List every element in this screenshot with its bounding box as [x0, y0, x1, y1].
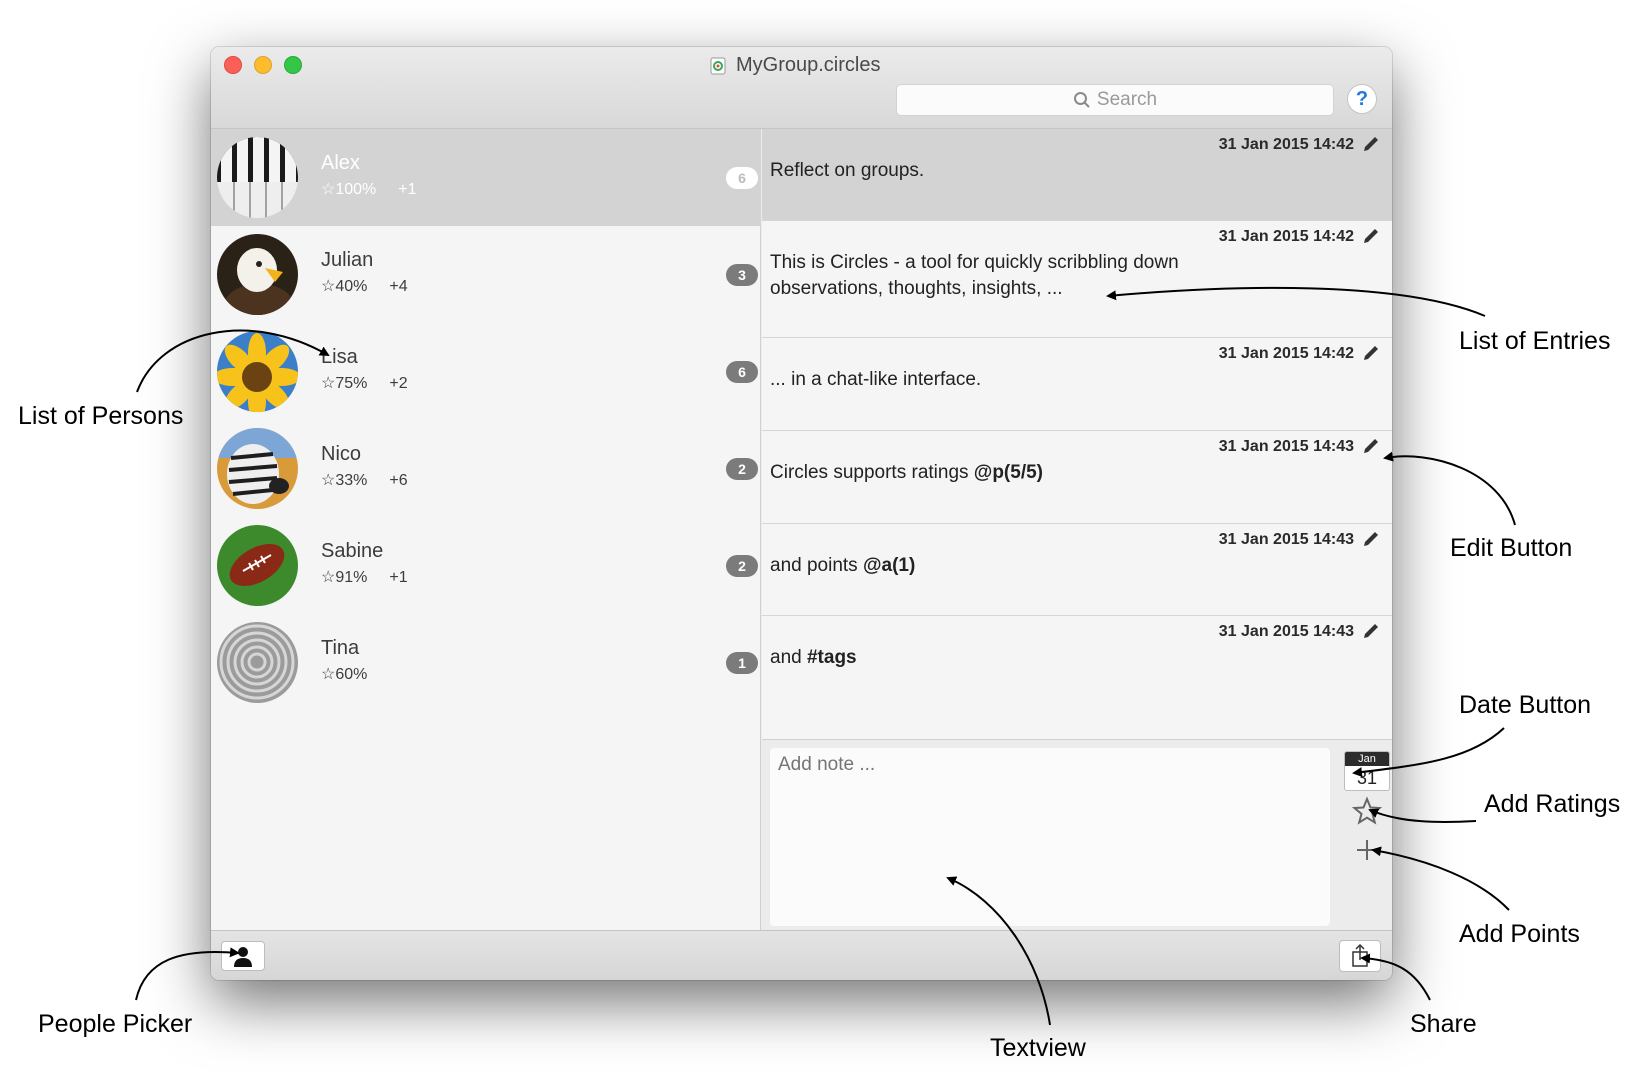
callout-textview: Textview: [990, 1034, 1086, 1062]
callout-add-points: Add Points: [1459, 920, 1580, 948]
callout-share: Share: [1410, 1010, 1477, 1038]
screenshot-canvas: MyGroup.circles Search ? Alex ☆100% +1 6…: [0, 0, 1643, 1086]
callout-list-of-entries: List of Entries: [1459, 327, 1611, 355]
callout-add-ratings: Add Ratings: [1484, 790, 1621, 818]
callout-list-of-persons: List of Persons: [18, 402, 184, 430]
callout-edit-button: Edit Button: [1450, 534, 1573, 562]
annotation-arrows: [135, 286, 1516, 1026]
callout-date-button: Date Button: [1459, 691, 1592, 719]
callout-people-picker: People Picker: [38, 1010, 193, 1038]
